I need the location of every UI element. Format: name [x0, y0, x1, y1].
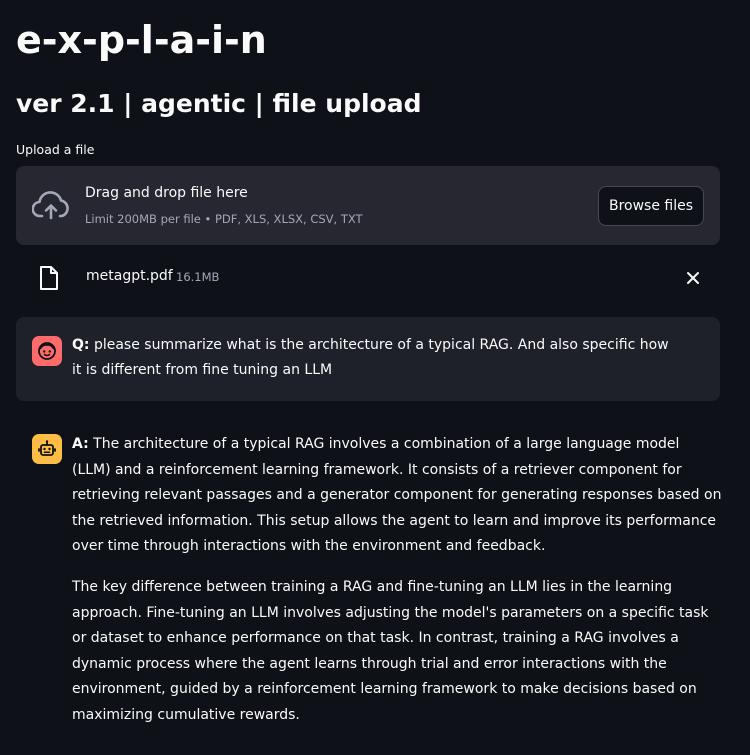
dropzone-title: Drag and drop file here: [85, 185, 248, 201]
page-subtitle: ver 2.1 | agentic | file upload: [16, 89, 422, 118]
app-page: e-x-p-l-a-i-n ver 2.1 | agentic | file u…: [0, 0, 750, 755]
question-text: please summarize what is the architectur…: [72, 337, 669, 378]
file-icon: [40, 266, 58, 290]
remove-file-button[interactable]: [680, 265, 706, 291]
close-icon: [687, 272, 699, 284]
file-size: 16.1MB: [176, 270, 220, 284]
question-prefix: Q:: [72, 337, 90, 353]
page-title: e-x-p-l-a-i-n: [16, 18, 267, 62]
face-icon: [38, 342, 56, 360]
browse-files-button[interactable]: Browse files: [598, 186, 704, 226]
user-avatar: [32, 336, 62, 366]
answer-paragraph-2: The key difference between training a RA…: [72, 578, 709, 723]
dropzone-hint: Limit 200MB per file • PDF, XLS, XLSX, C…: [85, 212, 363, 226]
answer-paragraph-1: A: The architecture of a typical RAG inv…: [72, 432, 722, 560]
uploaded-file-row: metagpt.pdf 16.1MB: [16, 258, 720, 298]
robot-icon: [38, 440, 56, 456]
user-message-text: Q: please summarize what is the architec…: [72, 333, 682, 383]
answer-text-1: The architecture of a typical RAG involv…: [72, 436, 722, 555]
file-dropzone[interactable]: Drag and drop file here Limit 200MB per …: [16, 166, 720, 245]
assistant-avatar: [32, 434, 62, 464]
cloud-upload-icon: [32, 191, 69, 220]
upload-label: Upload a file: [16, 142, 95, 157]
user-message: Q: please summarize what is the architec…: [16, 317, 720, 401]
answer-prefix: A:: [72, 436, 89, 452]
file-name: metagpt.pdf: [86, 268, 173, 284]
assistant-message-text: A: The architecture of a typical RAG inv…: [72, 432, 722, 744]
